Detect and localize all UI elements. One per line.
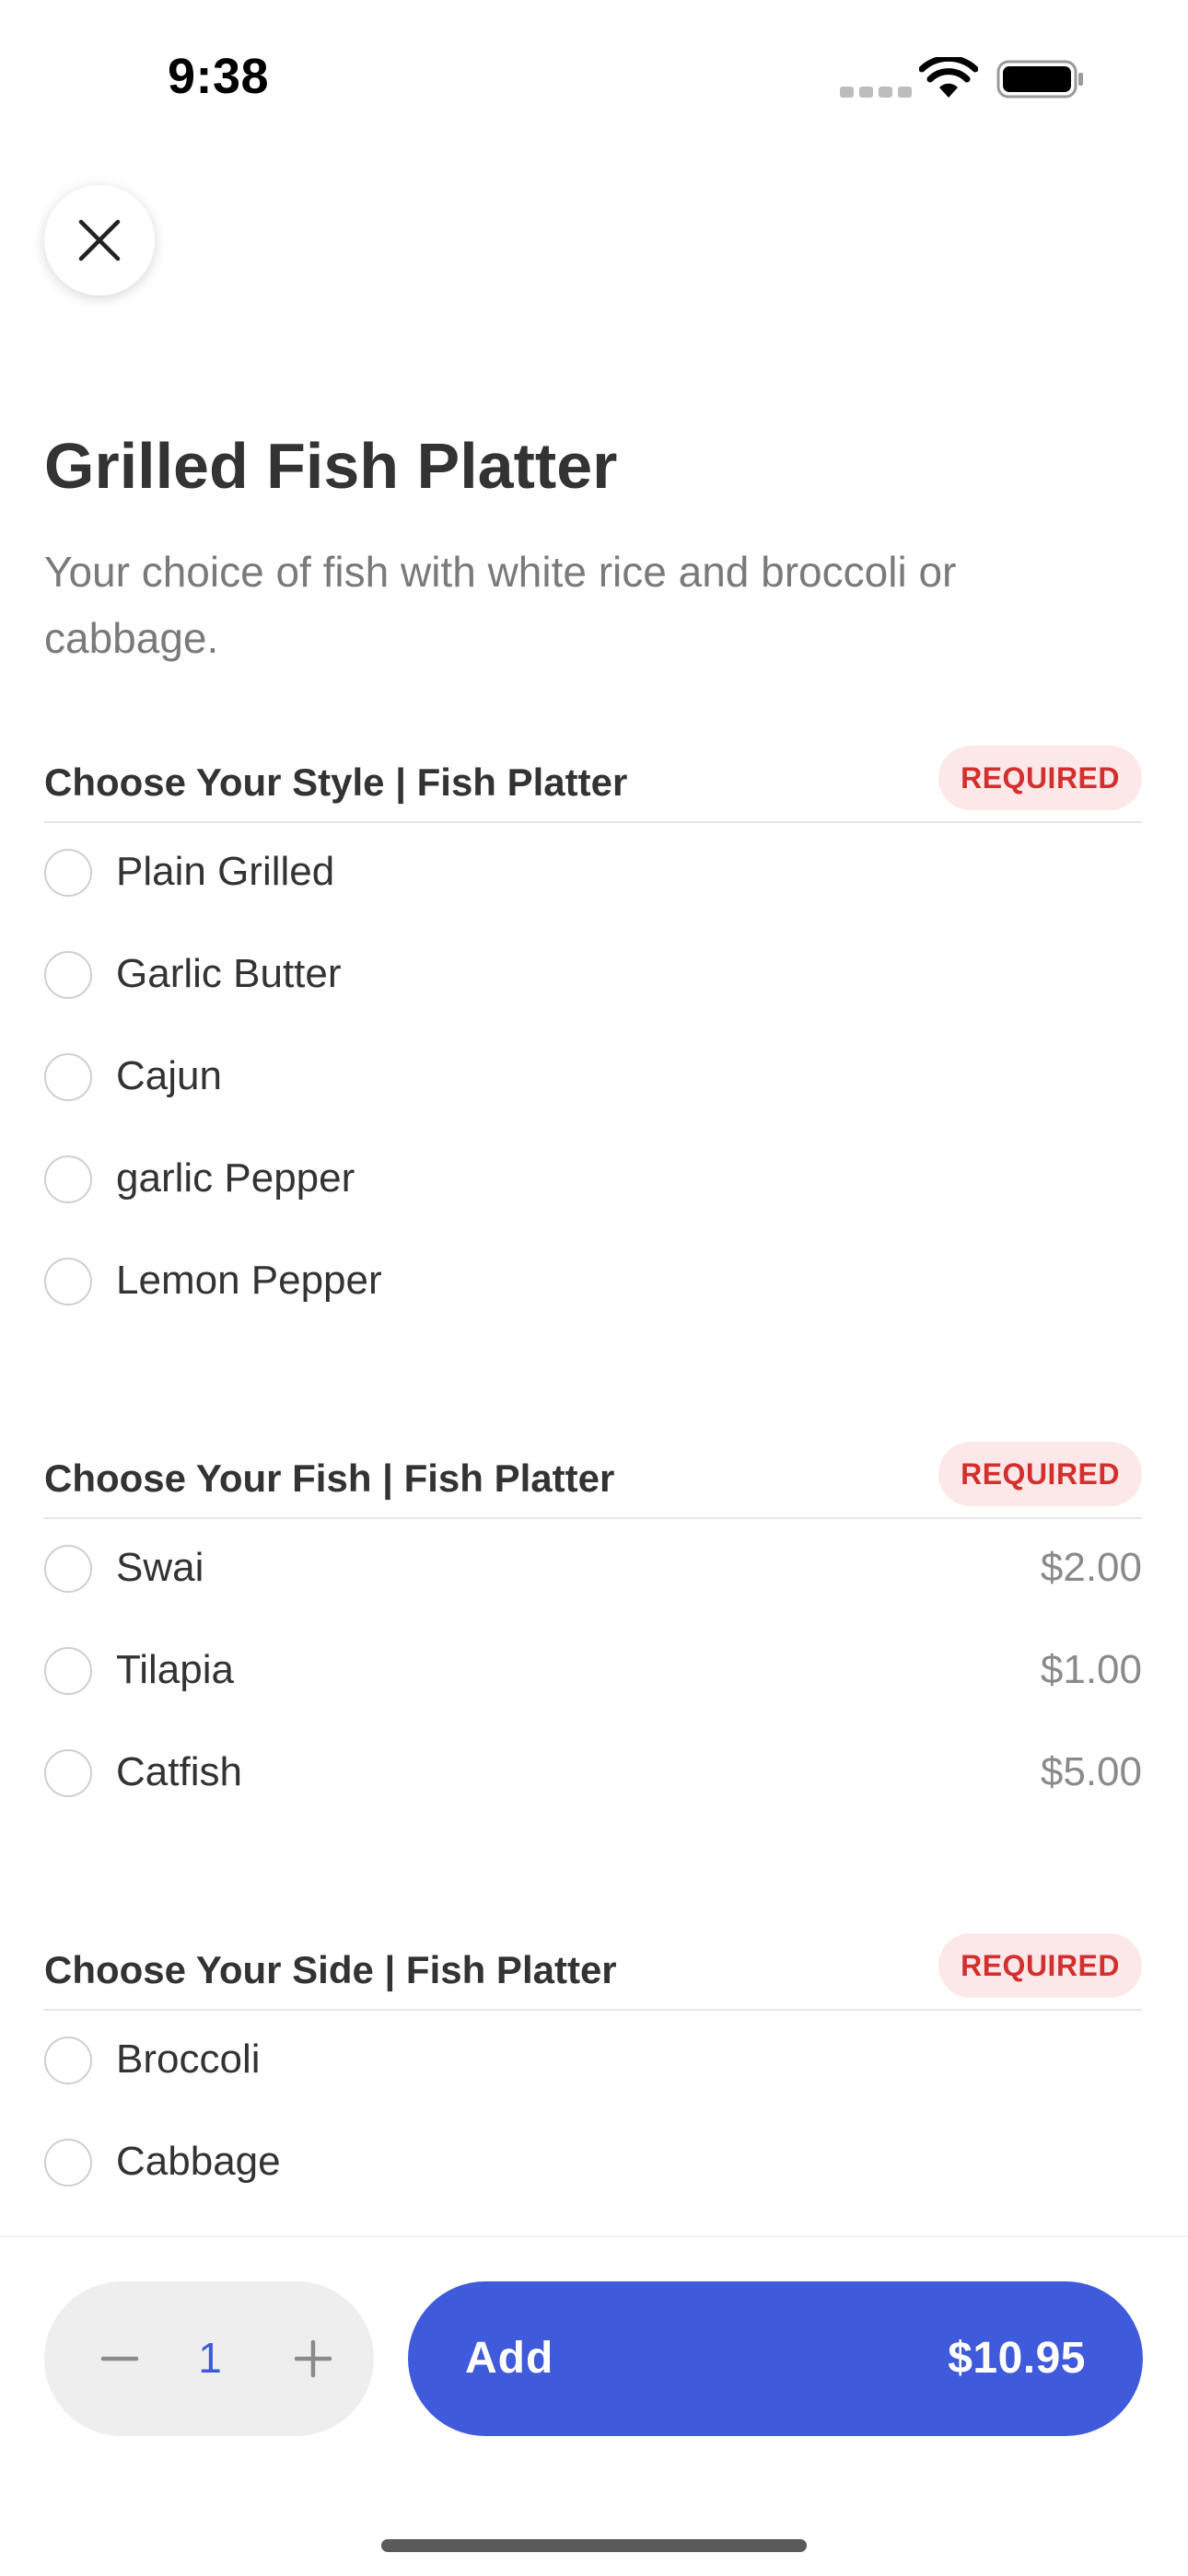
- option-label: garlic Pepper: [116, 1155, 355, 1201]
- option-label: Plain Grilled: [116, 849, 335, 894]
- option-label: Cabbage: [116, 2139, 281, 2184]
- quantity-stepper: 1: [44, 2281, 374, 2436]
- status-time: 9:38: [168, 49, 270, 104]
- option-list: Plain Grilled Garlic Butter Cajun garlic…: [44, 823, 1142, 1334]
- radio-button[interactable]: [44, 1053, 92, 1101]
- option-row[interactable]: Cabbage: [44, 2113, 1142, 2215]
- option-row[interactable]: garlic Pepper: [44, 1130, 1142, 1232]
- option-group-style: Choose Your Style | Fish Platter REQUIRE…: [44, 738, 1142, 1334]
- option-price: $1.00: [1040, 1647, 1142, 1692]
- option-row[interactable]: Swai $2.00: [44, 1519, 1142, 1621]
- radio-button[interactable]: [44, 1155, 92, 1203]
- item-description: Your choice of fish with white rice and …: [44, 548, 957, 662]
- group-header: Choose Your Fish | Fish Platter REQUIRED: [44, 1434, 1142, 1519]
- group-header: Choose Your Style | Fish Platter REQUIRE…: [44, 738, 1142, 823]
- radio-button[interactable]: [44, 951, 92, 999]
- option-row[interactable]: Lemon Pepper: [44, 1232, 1142, 1334]
- option-label: Cajun: [116, 1053, 222, 1098]
- option-row[interactable]: Broccoli: [44, 2011, 1142, 2113]
- option-list: Broccoli Cabbage: [44, 2011, 1142, 2215]
- total-price: $10.95: [948, 2334, 1086, 2383]
- battery-icon: [996, 60, 1083, 99]
- option-row[interactable]: Catfish $5.00: [44, 1723, 1142, 1826]
- option-row[interactable]: Tilapia $1.00: [44, 1621, 1142, 1723]
- option-row[interactable]: Cajun: [44, 1027, 1142, 1130]
- radio-button[interactable]: [44, 2139, 92, 2187]
- required-badge: REQUIRED: [938, 1442, 1142, 1506]
- option-price: $2.00: [1040, 1545, 1142, 1590]
- item-title: Grilled Fish Platter: [44, 430, 618, 502]
- close-icon: [78, 219, 121, 261]
- radio-button[interactable]: [44, 1749, 92, 1797]
- radio-button[interactable]: [44, 849, 92, 897]
- home-indicator[interactable]: [381, 2539, 807, 2552]
- option-row[interactable]: Plain Grilled: [44, 823, 1142, 925]
- radio-button[interactable]: [44, 1647, 92, 1695]
- option-price: $5.00: [1040, 1749, 1142, 1794]
- radio-button[interactable]: [44, 1545, 92, 1593]
- wifi-icon: [919, 57, 978, 98]
- group-title: Choose Your Style | Fish Platter: [44, 760, 628, 804]
- option-label: Garlic Butter: [116, 951, 342, 996]
- radio-button[interactable]: [44, 1258, 92, 1305]
- option-label: Broccoli: [116, 2036, 261, 2082]
- option-list: Swai $2.00 Tilapia $1.00 Catfish $5.00: [44, 1519, 1142, 1826]
- option-row[interactable]: Garlic Butter: [44, 925, 1142, 1027]
- option-label: Lemon Pepper: [116, 1258, 382, 1303]
- minus-icon: [100, 2356, 139, 2361]
- radio-button[interactable]: [44, 2036, 92, 2084]
- group-title: Choose Your Fish | Fish Platter: [44, 1456, 615, 1500]
- cellular-signal-icon: [840, 87, 912, 98]
- option-group-side: Choose Your Side | Fish Platter REQUIRED…: [44, 1926, 1142, 2215]
- group-header: Choose Your Side | Fish Platter REQUIRED: [44, 1926, 1142, 2011]
- group-title: Choose Your Side | Fish Platter: [44, 1948, 617, 1991]
- increase-quantity-button[interactable]: [276, 2322, 350, 2396]
- bottom-action-bar: 1 Add $10.95: [0, 2235, 1188, 2576]
- option-group-fish: Choose Your Fish | Fish Platter REQUIRED…: [44, 1434, 1142, 1826]
- status-bar: 9:38: [0, 0, 1188, 157]
- decrease-quantity-button[interactable]: [83, 2322, 157, 2396]
- add-to-cart-button[interactable]: Add $10.95: [408, 2281, 1143, 2436]
- required-badge: REQUIRED: [938, 746, 1142, 810]
- quantity-value: 1: [198, 2334, 222, 2382]
- option-label: Catfish: [116, 1749, 242, 1794]
- add-button-label: Add: [465, 2334, 554, 2383]
- option-label: Tilapia: [116, 1647, 234, 1692]
- option-label: Swai: [116, 1545, 204, 1590]
- plus-icon: [294, 2339, 332, 2378]
- close-button[interactable]: [44, 185, 155, 296]
- required-badge: REQUIRED: [938, 1933, 1142, 1998]
